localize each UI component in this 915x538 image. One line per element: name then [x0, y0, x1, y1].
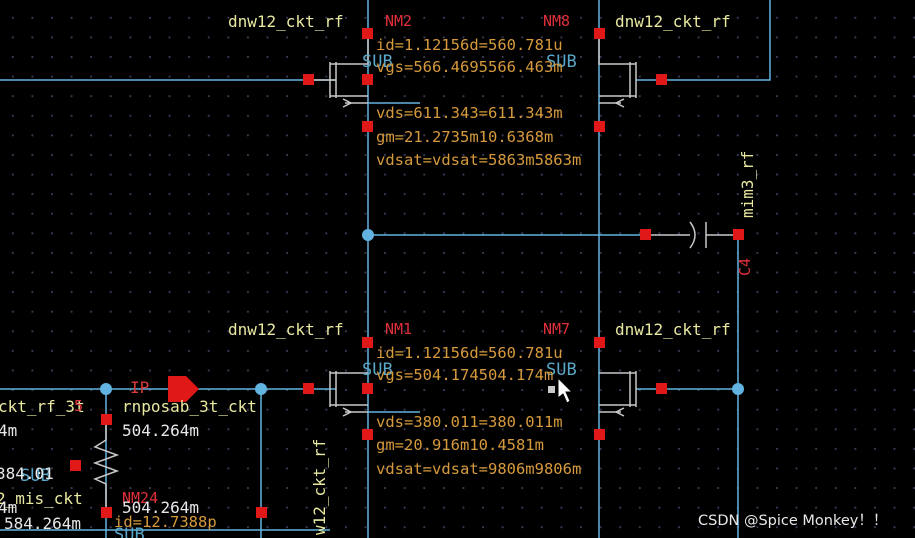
pin-square [362, 121, 373, 132]
pin-square [362, 429, 373, 440]
nm1-nm7-id-annotation: id=1.12156d=560.781u [376, 344, 563, 362]
pin-square [594, 121, 605, 132]
pin-square [362, 383, 373, 394]
pin-square [362, 28, 373, 39]
pin-square [303, 74, 314, 85]
c4-capacitor-symbol[interactable] [646, 221, 738, 249]
wires [0, 0, 771, 538]
nm1-nm7-vdsat-annotation: vdsat=vdsat=9806m9806m [376, 460, 582, 478]
nm24-id-annotation: id=12.7388p [114, 513, 217, 531]
pin-square [101, 507, 112, 518]
pin-square [303, 383, 314, 394]
pin-square [656, 74, 667, 85]
vertical-cell-name: w12_ckt_rf [310, 438, 329, 535]
left-instance-label: 5 [74, 397, 84, 415]
nm24-voltage: 504.264m [122, 498, 200, 517]
pin-square [733, 229, 744, 240]
junction-dot [255, 383, 267, 395]
nm2-nm8-id-annotation: id=1.12156d=560.781u [376, 36, 563, 54]
nm2-nm8-vgs-annotation: vgs=566.4695566.463m [376, 58, 563, 76]
nm8-cell-name: dnw12_ckt_rf [615, 12, 731, 31]
c4-instance-label: C4 [736, 257, 754, 276]
left-voltage: 4m [0, 421, 18, 440]
nm2-nm8-vdsat-annotation: vdsat=vdsat=5863m5863m [376, 151, 582, 169]
pin-square [101, 414, 112, 425]
nm1-nm7-gm-annotation: gm=20.916m10.4581m [376, 436, 544, 454]
nm2-nm8-vds-annotation: vds=611.343=611.343m [376, 104, 563, 122]
nm1-cell-name: dnw12_ckt_rf [228, 320, 344, 339]
schematic-drawing [0, 0, 771, 538]
nm2-symbol[interactable] [314, 36, 369, 108]
pin-square [70, 460, 81, 471]
nm7-cell-name: dnw12_ckt_rf [615, 320, 731, 339]
nm1-nm7-vgs-annotation: vgs=504.174504.174m [376, 366, 554, 384]
junction-dot [362, 229, 374, 241]
nm2-instance-label: NM2 [385, 12, 413, 30]
pin-square [256, 507, 267, 518]
ip-net-label: IP [130, 378, 150, 397]
pin-square [362, 74, 373, 85]
pin-square [362, 337, 373, 348]
schematic-canvas[interactable]: { "cells": { "nm2_cell": "dnw12_ckt_rf",… [0, 0, 915, 538]
pin-square [594, 429, 605, 440]
pin-square [594, 28, 605, 39]
left-cell-name: ckt_rf_3t [0, 397, 85, 416]
pin-square [656, 383, 667, 394]
pin-square [640, 229, 651, 240]
left-voltage-3: 584.264m [4, 514, 82, 533]
resistor-voltage: 504.264m [122, 421, 200, 440]
nm7-instance-label: NM7 [543, 320, 571, 338]
resistor-cell-name: rnposab_3t_ckt [122, 397, 257, 416]
junction-dot [100, 383, 112, 395]
pin-square [594, 337, 605, 348]
junction-dot [732, 383, 744, 395]
nm8-symbol[interactable] [598, 36, 637, 108]
left-id-value: 384.01 [0, 464, 54, 483]
nm1-nm7-vds-annotation: vds=380.011=380.011m [376, 413, 563, 431]
nm2-nm8-gm-annotation: gm=21.2735m10.6368m [376, 128, 554, 146]
watermark: CSDN @Spice Monkey！！ [698, 513, 888, 529]
nm7-symbol[interactable] [599, 371, 637, 417]
c4-cell-name: mim3_rf [738, 150, 757, 218]
nm1-instance-label: NM1 [385, 320, 413, 338]
nm8-instance-label: NM8 [543, 12, 571, 30]
nm2-cell-name: dnw12_ckt_rf [228, 12, 344, 31]
